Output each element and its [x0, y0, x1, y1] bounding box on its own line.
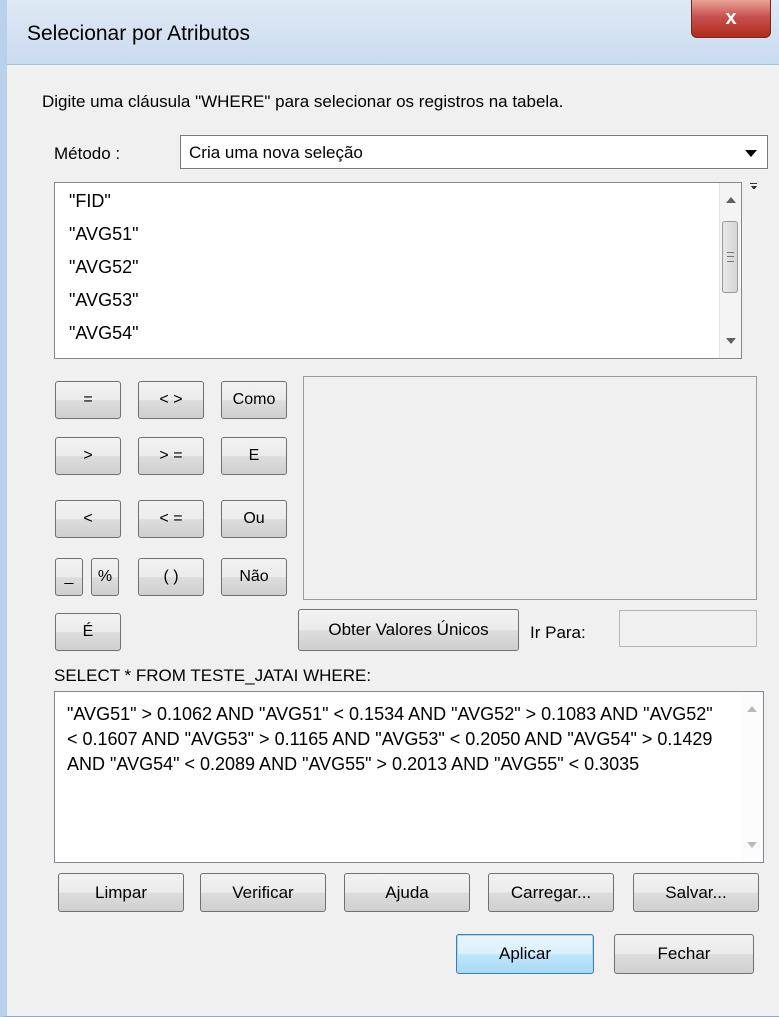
help-button[interactable]: Ajuda [344, 873, 470, 912]
button-label: É [82, 623, 94, 640]
button-label: > = [159, 447, 183, 464]
verify-button[interactable]: Verificar [200, 873, 326, 912]
scroll-up-icon[interactable] [747, 706, 757, 712]
load-button[interactable]: Carregar... [488, 873, 614, 912]
button-label: Não [239, 568, 269, 585]
goto-label: Ir Para: [530, 623, 586, 642]
button-label: % [97, 568, 113, 585]
button-label: Verificar [232, 882, 294, 902]
less-than-operator-button[interactable]: < [55, 500, 121, 538]
scroll-thumb[interactable] [722, 221, 738, 293]
button-label: Salvar... [665, 882, 727, 902]
sql-expression-text: "AVG51" > 0.1062 AND "AVG51" < 0.1534 AN… [67, 704, 713, 774]
button-label: < > [159, 391, 183, 408]
dialog-body: Digite uma cláusula "WHERE" para selecio… [14, 65, 779, 1016]
button-label: > [83, 447, 93, 464]
instructions-text: Digite uma cláusula "WHERE" para selecio… [42, 92, 564, 111]
button-label: Obter Valores Únicos [328, 620, 489, 639]
greater-than-operator-button[interactable]: > [55, 437, 121, 475]
sql-prefix-label: SELECT * FROM TESTE_JATAI WHERE: [54, 666, 372, 685]
not-equal-operator-button[interactable]: < > [138, 381, 204, 419]
dialog-title: Selecionar por Atributos [27, 22, 250, 45]
button-label: Carregar... [510, 882, 592, 902]
less-equal-operator-button[interactable]: < = [138, 500, 204, 538]
greater-equal-operator-button[interactable]: > = [138, 437, 204, 475]
button-label: = [83, 391, 93, 408]
grip-icon [727, 252, 734, 262]
button-label: < [83, 510, 93, 527]
list-item[interactable]: "FID" [69, 191, 111, 212]
close-button[interactable]: Fechar [614, 934, 754, 974]
button-label: Fechar [657, 944, 711, 963]
apply-button[interactable]: Aplicar [456, 934, 594, 974]
scroll-down-icon[interactable] [747, 842, 757, 848]
button-label: Ou [243, 510, 265, 527]
method-selected-value: Cria uma nova seleção [189, 143, 363, 162]
list-item[interactable]: "AVG51" [69, 224, 138, 245]
save-button[interactable]: Salvar... [633, 873, 759, 912]
or-operator-button[interactable]: Ou [221, 500, 287, 538]
button-label: Ajuda [385, 882, 429, 902]
equals-operator-button[interactable]: = [55, 381, 121, 419]
button-label: E [248, 447, 260, 464]
chevron-down-icon [745, 150, 757, 157]
button-label: _ [64, 568, 74, 585]
button-label: < = [159, 510, 183, 527]
list-item[interactable]: "AVG53" [69, 290, 138, 311]
sql-expression-scrollbar[interactable] [741, 692, 763, 862]
method-label: Método : [54, 144, 121, 163]
dialog-window: Selecionar por Atributos x Digite uma cl… [0, 0, 779, 1017]
parentheses-button[interactable]: ( ) [138, 558, 204, 596]
button-label: Aplicar [499, 944, 551, 963]
underscore-wildcard-button[interactable]: _ [55, 558, 83, 596]
goto-input[interactable] [619, 610, 757, 647]
list-options-icon[interactable] [750, 183, 757, 189]
button-label: Como [232, 391, 276, 408]
and-operator-button[interactable]: E [221, 437, 287, 475]
scroll-up-icon[interactable] [726, 197, 736, 203]
not-operator-button[interactable]: Não [221, 558, 287, 596]
field-list-scrollbar[interactable] [719, 183, 741, 358]
is-operator-button[interactable]: É [55, 613, 121, 651]
clear-button[interactable]: Limpar [58, 873, 184, 912]
method-dropdown[interactable]: Cria uma nova seleção [180, 135, 768, 169]
percent-wildcard-button[interactable]: % [91, 558, 119, 596]
get-unique-values-button[interactable]: Obter Valores Únicos [298, 609, 519, 651]
list-item[interactable]: "AVG52" [69, 257, 138, 278]
close-window-button[interactable]: x [691, 0, 771, 38]
title-bar[interactable]: Selecionar por Atributos x [7, 0, 779, 65]
sql-expression-textarea[interactable]: "AVG51" > 0.1062 AND "AVG51" < 0.1534 AN… [54, 691, 764, 863]
like-operator-button[interactable]: Como [221, 381, 287, 419]
scroll-down-icon[interactable] [726, 338, 736, 344]
field-list[interactable]: "FID" "AVG51" "AVG52" "AVG53" "AVG54" [54, 182, 742, 359]
button-label: Limpar [95, 882, 147, 902]
unique-values-list[interactable] [303, 376, 757, 600]
close-icon: x [725, 7, 737, 29]
button-label: ( ) [163, 568, 179, 585]
list-item[interactable]: "AVG54" [69, 323, 138, 344]
